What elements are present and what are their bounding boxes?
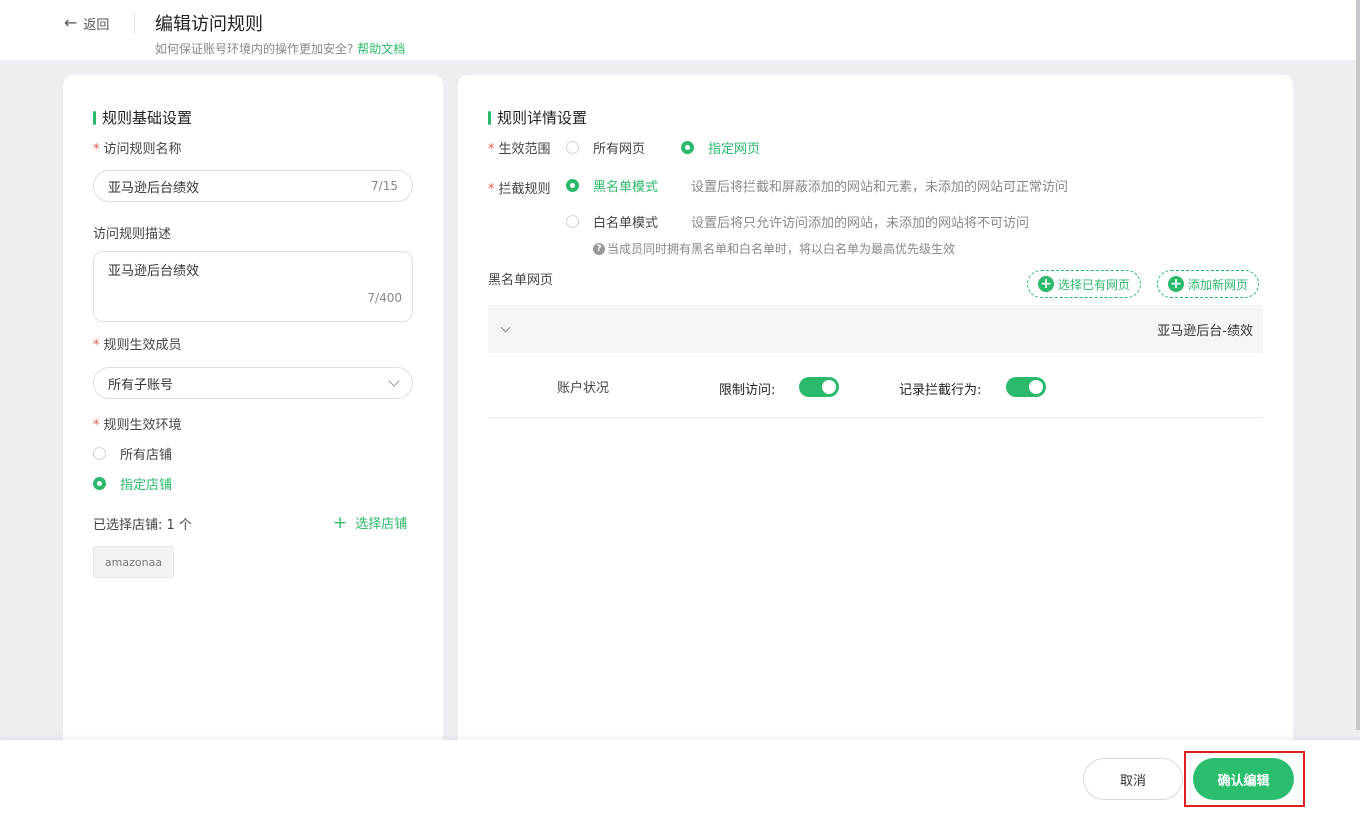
env-option-label: 所有店铺 <box>120 448 173 463</box>
scope-option-all-pages[interactable]: 所有网页 <box>566 138 645 157</box>
radio-checked-icon <box>566 179 579 192</box>
env-option-all-shops[interactable]: 所有店铺 <box>93 444 172 463</box>
scope-option-specific-pages[interactable]: 指定网页 <box>681 138 760 157</box>
required-mark: * <box>93 418 100 433</box>
help-doc-link[interactable]: 帮助文档 <box>357 42 405 56</box>
priority-hint-text: 当成员同时拥有黑名单和白名单时，将以白名单为最高优先级生效 <box>607 242 956 256</box>
top-bar: ← 返回 编辑访问规则 如何保证账号环境内的操作更加安全? 帮助文档 <box>0 0 1356 60</box>
whitelist-description: 设置后将只允许访问添加的网站，未添加的网站将不可访问 <box>691 216 1030 231</box>
block-rule-label-text: 拦截规则 <box>498 182 551 197</box>
radio-checked-icon <box>93 477 106 490</box>
scope-option-label: 所有网页 <box>593 142 646 157</box>
whitelist-mode-label: 白名单模式 <box>593 216 659 231</box>
scope-label: * 生效范围 <box>488 138 551 157</box>
required-mark: * <box>488 182 495 197</box>
restrict-access-toggle[interactable] <box>799 377 839 397</box>
subtitle-text: 如何保证账号环境内的操作更加安全? <box>155 42 354 56</box>
blacklist-description: 设置后将拦截和屏蔽添加的网站和元素，未添加的网站可正常访问 <box>691 180 1069 195</box>
arrow-left-icon: ← <box>64 13 78 32</box>
rule-desc-textarea[interactable]: 亚马逊后台绩效 7/400 <box>93 251 413 322</box>
members-select[interactable]: 所有子账号 <box>93 367 413 399</box>
restrict-access-label: 限制访问: <box>719 383 776 398</box>
rule-name-count: 7/15 <box>371 179 398 193</box>
page-title: 编辑访问规则 <box>155 14 263 35</box>
page-entry-header[interactable]: 亚马逊后台-绩效 <box>488 305 1263 353</box>
blacklist-pages-title: 黑名单网页 <box>488 273 554 288</box>
chevron-down-icon <box>500 322 511 332</box>
priority-hint: ? 当成员同时拥有黑名单和白名单时，将以白名单为最高优先级生效 <box>593 240 955 257</box>
members-label: * 规则生效成员 <box>93 334 182 353</box>
cancel-button[interactable]: 取消 <box>1083 758 1183 800</box>
blacklist-mode-label: 黑名单模式 <box>593 180 659 195</box>
env-label-text: 规则生效环境 <box>103 418 182 433</box>
add-new-page-button[interactable]: + 添加新网页 <box>1157 270 1260 298</box>
required-mark: * <box>93 338 100 353</box>
record-block-label: 记录拦截行为: <box>899 383 982 398</box>
whitelist-mode-option[interactable]: 白名单模式 <box>566 212 658 231</box>
chevron-down-icon <box>388 375 400 387</box>
detail-settings-title: 规则详情设置 <box>488 107 587 128</box>
env-label: * 规则生效环境 <box>93 414 182 433</box>
radio-icon <box>566 215 579 228</box>
page-subtitle: 如何保证账号环境内的操作更加安全? 帮助文档 <box>155 40 405 57</box>
env-option-label: 指定店铺 <box>120 478 173 493</box>
detail-settings-title-text: 规则详情设置 <box>497 109 588 127</box>
plus-icon: + <box>333 512 348 533</box>
required-mark: * <box>93 142 100 157</box>
back-button[interactable]: ← 返回 <box>64 13 109 33</box>
selected-shops-label: 已选择店铺: 1 个 <box>93 518 192 533</box>
divider <box>134 12 135 34</box>
radio-checked-icon <box>681 141 694 154</box>
radio-icon <box>93 447 106 460</box>
section-marker <box>93 110 96 125</box>
shop-chip: amazonaa <box>93 546 174 578</box>
question-icon: ? <box>593 242 605 255</box>
required-mark: * <box>488 142 495 157</box>
rule-name-input[interactable]: 亚马逊后台绩效 7/15 <box>93 170 413 202</box>
select-existing-page-label: 选择已有网页 <box>1058 277 1131 292</box>
block-rule-label: * 拦截规则 <box>488 178 551 197</box>
rule-name-label-text: 访问规则名称 <box>103 142 182 157</box>
back-label: 返回 <box>83 17 110 33</box>
page-entry-title: 亚马逊后台-绩效 <box>1157 323 1253 339</box>
section-marker <box>488 110 491 125</box>
page-scrollbar[interactable] <box>1356 0 1360 730</box>
page-entry-name: 账户状况 <box>557 381 610 396</box>
select-existing-page-button[interactable]: + 选择已有网页 <box>1027 270 1142 298</box>
scope-label-text: 生效范围 <box>498 142 551 157</box>
highlight-box <box>1184 751 1305 807</box>
select-shop-link[interactable]: + 选择店铺 <box>333 513 407 532</box>
basic-settings-title: 规则基础设置 <box>93 107 192 128</box>
record-block-toggle[interactable] <box>1006 377 1046 397</box>
env-option-specific-shops[interactable]: 指定店铺 <box>93 474 172 493</box>
plus-circle-icon: + <box>1168 276 1184 292</box>
rule-desc-label: 访问规则描述 <box>93 227 172 242</box>
rule-name-value: 亚马逊后台绩效 <box>108 180 200 196</box>
scope-option-label: 指定网页 <box>708 142 761 157</box>
rule-desc-count: 7/400 <box>367 291 402 305</box>
rule-desc-value: 亚马逊后台绩效 <box>108 264 200 279</box>
members-value: 所有子账号 <box>108 377 174 393</box>
radio-icon <box>566 141 579 154</box>
plus-circle-icon: + <box>1038 276 1054 292</box>
members-label-text: 规则生效成员 <box>103 338 182 353</box>
add-new-page-label: 添加新网页 <box>1188 277 1249 292</box>
blacklist-mode-option[interactable]: 黑名单模式 <box>566 176 658 195</box>
rule-name-label: * 访问规则名称 <box>93 138 182 157</box>
basic-settings-title-text: 规则基础设置 <box>102 109 193 127</box>
select-shop-link-label: 选择店铺 <box>355 517 408 532</box>
